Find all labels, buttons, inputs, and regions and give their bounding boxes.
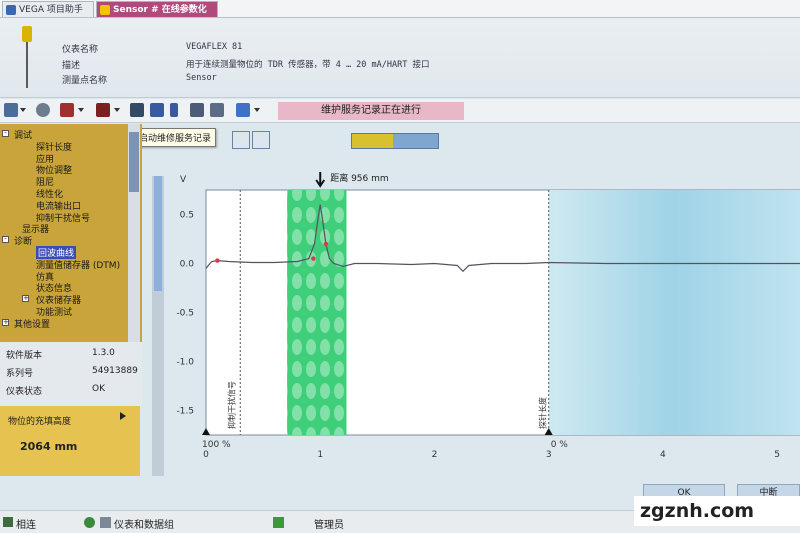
device-name-label: 仪表名称 <box>62 45 99 55</box>
serial-number-label: 系列号 <box>6 369 34 379</box>
x-tick-label: 3 <box>546 450 552 460</box>
tree-expander[interactable]: - <box>2 130 9 137</box>
distance-label: 距离 956 mm <box>330 172 388 184</box>
probe-icon <box>22 26 32 88</box>
snowflake-icon[interactable] <box>232 131 250 149</box>
echo-point <box>311 256 316 261</box>
tooltip: 启动维修服务记录 <box>134 128 217 147</box>
y-tick-label: -1.0 <box>176 358 194 368</box>
x-tick-label: 5 <box>774 450 780 460</box>
interference-marker-label: 抑制干扰信号 <box>227 381 237 429</box>
panel-splitter[interactable] <box>152 176 164 476</box>
tree-expander[interactable]: + <box>22 295 29 303</box>
record-icon[interactable] <box>96 103 110 117</box>
device-header: 仪表名称 VEGAFLEX 81 描述 用于连续测量物位的 TDR 传感器，带 … <box>0 18 800 98</box>
tab-project-assistant[interactable]: VEGA 项目助手 <box>2 1 94 17</box>
fill-height-label: 物位的充填高度 <box>8 417 72 427</box>
y-axis-label: V <box>180 175 187 185</box>
tree-item[interactable]: 其他设置 <box>14 317 50 330</box>
x-tick-label: 1 <box>317 450 323 460</box>
chevron-down-icon[interactable] <box>20 108 26 112</box>
sensor-icon <box>100 5 110 15</box>
description-value: 用于连续测量物位的 TDR 传感器，带 4 … 20 mA/HART 接口 <box>186 60 430 70</box>
tab-bar: VEGA 项目助手 Sensor # 在线参数化 <box>0 0 800 18</box>
sync-icon <box>84 517 95 528</box>
echo-point <box>215 258 220 263</box>
arrow-right-icon[interactable] <box>120 412 126 420</box>
connection-icon <box>3 517 13 527</box>
x-tick-label: 0 <box>203 450 209 460</box>
y-tick-label: -0.5 <box>176 309 194 319</box>
scrollbar-thumb[interactable] <box>129 132 139 192</box>
beyond-probe-region <box>548 190 800 435</box>
tree-item[interactable]: 诊断 <box>14 234 32 247</box>
user-role: 管理员 <box>314 520 344 531</box>
distance-arrow-icon <box>315 172 326 188</box>
percent-100-label: 100 % <box>202 440 231 450</box>
device-name-value: VEGAFLEX 81 <box>186 42 243 52</box>
navigation-tree: - 调试 探针长度 应用 物位调整 阻尼 线性化 电流输出口 抑制干扰信号 显示器 - 诊断 回波曲线测… <box>0 124 142 342</box>
tree-expander[interactable]: - <box>2 236 9 244</box>
vega-icon <box>6 5 16 15</box>
progress-fill <box>352 134 394 148</box>
y-tick-label: -1.5 <box>176 407 194 417</box>
fill-height-panel: 物位的充填高度 2064 mm <box>0 406 140 476</box>
x-tick-label: 4 <box>660 450 666 460</box>
measuring-point-value: Sensor <box>186 73 217 83</box>
watermark: zgznh.com <box>634 496 800 526</box>
help-icon[interactable] <box>236 103 250 117</box>
device-data-status: 仪表和数据组 <box>114 520 174 531</box>
tree-expander[interactable]: + <box>2 318 9 326</box>
tab-online-parameterization[interactable]: Sensor # 在线参数化 <box>96 1 218 17</box>
pause-icon[interactable] <box>170 103 178 117</box>
echo-point <box>323 241 329 247</box>
start-record-icon[interactable] <box>130 103 144 117</box>
y-tick-label: 0.5 <box>180 211 194 221</box>
edit-icon[interactable] <box>210 103 224 117</box>
measurement-progress <box>351 133 439 149</box>
service-status-banner: 维护服务记录正在进行 <box>278 102 464 120</box>
fill-height-value: 2064 mm <box>20 440 78 453</box>
description-label: 描述 <box>62 61 81 71</box>
device-status-label: 仪表状态 <box>6 387 43 397</box>
device-status-value: OK <box>92 384 105 394</box>
stop-icon[interactable] <box>150 103 164 117</box>
check-icon <box>273 517 284 528</box>
y-tick-label: 0.0 <box>180 260 195 270</box>
measuring-point-label: 测量点名称 <box>62 76 108 86</box>
tab-label: VEGA 项目助手 <box>19 5 83 15</box>
chevron-down-icon[interactable] <box>114 108 120 112</box>
software-version-value: 1.3.0 <box>92 348 115 358</box>
tree-scrollbar[interactable] <box>128 124 140 342</box>
tools-icon[interactable] <box>60 103 74 117</box>
software-version-label: 软件版本 <box>6 351 43 361</box>
zoom-icon[interactable] <box>252 131 270 149</box>
chevron-down-icon[interactable] <box>254 108 260 112</box>
chevron-down-icon[interactable] <box>78 108 84 112</box>
print-icon[interactable] <box>36 103 50 117</box>
folder-icon[interactable] <box>190 103 204 117</box>
device-info: 软件版本 1.3.0 系列号 54913889 仪表状态 OK <box>0 342 142 406</box>
percent-0-label: 0 % <box>551 440 569 450</box>
x-tick-label: 2 <box>432 450 438 460</box>
connection-status: 相连 <box>16 520 36 531</box>
watermark-text: zgznh.com <box>640 500 755 522</box>
device-data-icon <box>100 517 111 528</box>
echo-curve-chart: V 0.5 0.0 -0.5 -1.0 -1.5 0 1 2 3 4 5 100 % 0 % 抑制干扰信号 探… <box>176 172 800 460</box>
view-icon[interactable] <box>4 103 18 117</box>
serial-number-value: 54913889 <box>92 366 138 376</box>
tree-item[interactable]: 调试 <box>14 128 32 141</box>
tab-label: Sensor # 在线参数化 <box>113 5 207 15</box>
probe-length-marker-label: 探针长度 <box>537 397 547 429</box>
